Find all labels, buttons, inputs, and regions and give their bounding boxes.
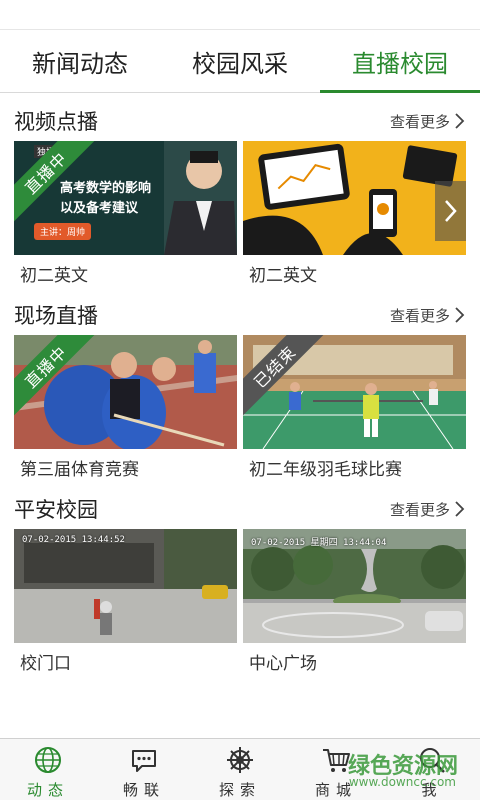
view-more-link[interactable]: 查看更多 — [390, 111, 466, 132]
nav-label: 探索 — [218, 781, 261, 799]
nav-item-chat[interactable]: 畅联 — [96, 739, 192, 800]
camera-thumbnail: 07-02-2015 星期四 13:44:04 — [243, 529, 466, 643]
chevron-right-icon — [455, 307, 465, 323]
camera-timestamp: 07-02-2015 星期四 13:44:04 — [251, 538, 387, 548]
lecture-title-line1: 高考数学的影响 — [60, 181, 152, 196]
camera-card[interactable]: 07-02-2015 星期四 13:44:04 中心广场 — [243, 529, 466, 675]
section-live-broadcast: 现场直播 查看更多 直播中 第三届体育竞赛 已结束 初二年级羽毛球比赛 — [0, 295, 480, 481]
lecture-title-line2: 以及备考建议 — [60, 201, 139, 216]
speaker-tag: 主讲：周帅 — [34, 223, 92, 240]
nav-item-explore[interactable]: 探索 — [192, 739, 288, 800]
tab-campus-style[interactable]: 校园风采 — [160, 31, 320, 92]
tab-live-campus[interactable]: 直播校园 — [320, 31, 480, 93]
live-thumbnail: 直播中 — [14, 335, 237, 449]
helm-icon — [227, 747, 253, 773]
section-safe-campus: 平安校园 查看更多 07-02-2015 13:44:52 校门口 07-02-… — [0, 489, 480, 675]
video-thumbnail — [243, 141, 466, 255]
video-card[interactable]: 独播 高考数学的影响 以及备考建议 主讲：周帅 直播中 初二英文 — [14, 141, 237, 287]
top-spacer — [0, 0, 480, 30]
live-thumbnail: 已结束 — [243, 335, 466, 449]
camera-card[interactable]: 07-02-2015 13:44:52 校门口 — [14, 529, 237, 675]
view-more-link[interactable]: 查看更多 — [390, 499, 466, 520]
video-caption: 初二英文 — [249, 266, 317, 286]
chat-icon — [132, 750, 156, 772]
video-caption: 初二英文 — [20, 266, 88, 286]
camera-caption: 校门口 — [20, 654, 71, 674]
globe-icon — [35, 747, 61, 773]
chevron-right-icon — [455, 501, 465, 517]
chevron-right-icon — [455, 113, 465, 129]
view-more-label: 查看更多 — [389, 500, 450, 519]
section-video-on-demand: 视频点播 查看更多 独播 高考数学的影响 以及备考建议 主讲：周帅 直 — [0, 101, 480, 287]
watermark-url: www.downcc.com — [348, 775, 456, 789]
view-more-label: 查看更多 — [389, 306, 450, 325]
live-caption: 第三届体育竞赛 — [20, 460, 139, 480]
nav-label: 畅联 — [122, 781, 165, 799]
section-title: 视频点播 — [14, 110, 98, 134]
section-title: 现场直播 — [14, 304, 98, 328]
nav-item-feed[interactable]: 动态 — [0, 739, 96, 800]
tab-news[interactable]: 新闻动态 — [0, 31, 160, 92]
live-card[interactable]: 已结束 初二年级羽毛球比赛 — [243, 335, 466, 481]
camera-caption: 中心广场 — [249, 654, 317, 674]
top-tab-bar: 新闻动态 校园风采 直播校园 — [0, 31, 480, 93]
cart-icon — [323, 749, 350, 772]
camera-thumbnail: 07-02-2015 13:44:52 — [14, 529, 237, 643]
nav-label: 动态 — [26, 781, 69, 799]
video-card[interactable]: 初二英文 — [243, 141, 466, 287]
video-thumbnail: 独播 高考数学的影响 以及备考建议 主讲：周帅 直播中 — [14, 141, 237, 255]
live-caption: 初二年级羽毛球比赛 — [249, 460, 402, 480]
section-title: 平安校园 — [14, 498, 98, 522]
live-card[interactable]: 直播中 第三届体育竞赛 — [14, 335, 237, 481]
camera-timestamp: 07-02-2015 13:44:52 — [22, 535, 125, 545]
view-more-link[interactable]: 查看更多 — [390, 305, 466, 326]
view-more-label: 查看更多 — [389, 112, 450, 131]
